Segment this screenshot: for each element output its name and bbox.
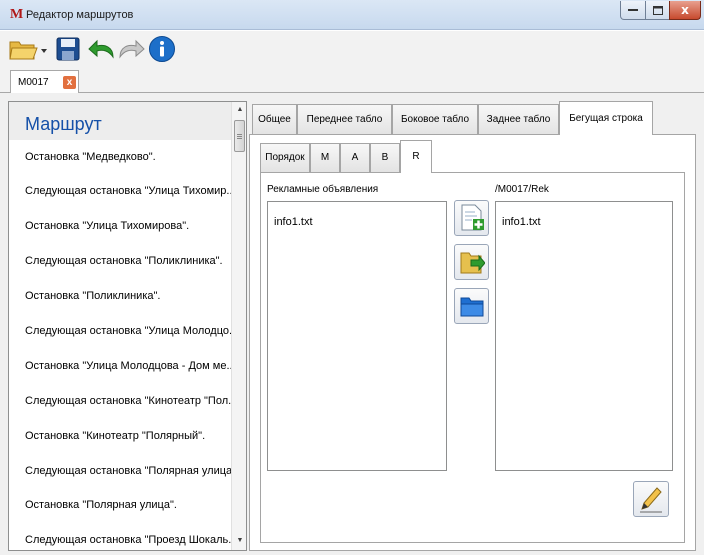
close-button[interactable]: x	[669, 1, 701, 20]
scroll-up-icon[interactable]: ▲	[232, 102, 246, 118]
title-bar: M Редактор маршрутов x	[0, 0, 704, 30]
redo-icon	[119, 39, 145, 59]
inner-tab-r[interactable]: R	[400, 140, 432, 173]
pencil-icon	[640, 487, 662, 513]
route-item[interactable]: Следующая остановка "Улица Молодцо...	[25, 325, 231, 337]
route-item[interactable]: Следующая остановка "Поликлиника".	[25, 255, 231, 267]
route-item[interactable]: Следующая остановка "Полярная улица".	[25, 465, 231, 477]
undo-button[interactable]	[87, 34, 117, 64]
inner-tab-a[interactable]: A	[340, 143, 370, 172]
document-tab-strip: M0017 x	[0, 68, 704, 94]
main-area: Маршрут Остановка "Медведково". Следующа…	[0, 93, 704, 555]
route-scrollbar[interactable]: ▲ ▼	[231, 102, 246, 550]
document-tab[interactable]: M0017 x	[10, 70, 79, 94]
window-title: Редактор маршрутов	[26, 9, 134, 21]
route-item[interactable]: Остановка "Медведково".	[25, 151, 231, 163]
folder-import-icon	[460, 252, 485, 274]
save-icon	[56, 37, 80, 61]
undo-icon	[88, 39, 114, 59]
minimize-button[interactable]	[620, 1, 646, 20]
open-folder-icon	[9, 41, 47, 60]
info-icon	[149, 36, 175, 62]
route-list-panel: Маршрут Остановка "Медведково". Следующа…	[8, 101, 247, 551]
open-button[interactable]	[6, 34, 50, 64]
running-line-page: Порядок M A B R Рекламные объявления inf…	[249, 134, 696, 551]
route-item[interactable]: Остановка "Кинотеатр "Полярный".	[25, 430, 231, 442]
edit-button[interactable]	[633, 481, 669, 517]
ads-list-label: Рекламные объявления	[267, 184, 379, 195]
route-item[interactable]: Остановка "Поликлиника".	[25, 290, 231, 302]
route-item[interactable]: Остановка "Улица Молодцова - Дом ме...	[25, 360, 231, 372]
redo-button[interactable]	[116, 34, 146, 64]
info-button[interactable]	[147, 34, 177, 64]
list-item[interactable]: info1.txt	[274, 216, 313, 228]
import-folder-button[interactable]	[454, 244, 489, 280]
tab-side-board[interactable]: Боковое табло	[392, 104, 478, 135]
tab-front-board[interactable]: Переднее табло	[297, 104, 392, 135]
route-item[interactable]: Следующая остановка "Улица Тихомир...	[25, 185, 231, 197]
tab-running-line[interactable]: Бегущая строка	[559, 101, 653, 135]
add-file-icon	[461, 204, 484, 231]
document-tab-label: M0017	[18, 77, 49, 88]
route-item[interactable]: Следующая остановка "Кинотеатр "Пол...	[25, 395, 231, 407]
route-item[interactable]: Остановка "Улица Тихомирова".	[25, 220, 231, 232]
add-file-button[interactable]	[454, 200, 489, 236]
tab-rear-board[interactable]: Заднее табло	[478, 104, 559, 135]
close-tab-icon[interactable]: x	[63, 76, 76, 89]
minimize-icon	[628, 9, 638, 11]
open-folder-button[interactable]	[454, 288, 489, 324]
scroll-thumb[interactable]	[234, 120, 245, 152]
inner-tab-b[interactable]: B	[370, 143, 400, 172]
route-item[interactable]: Следующая остановка "Проезд Шокаль...	[25, 534, 231, 546]
ads-page: Рекламные объявления info1.txt /M0017/Re…	[260, 172, 685, 543]
route-item[interactable]: Остановка "Полярная улица".	[25, 499, 231, 511]
rek-folder-label: /M0017/Rek	[495, 184, 549, 195]
inner-tab-order[interactable]: Порядок	[260, 143, 310, 172]
list-item[interactable]: info1.txt	[502, 216, 541, 228]
maximize-button[interactable]	[645, 1, 670, 20]
editor-panel: Общее Переднее табло Боковое табло Задне…	[249, 101, 696, 551]
blue-folder-icon	[460, 297, 483, 317]
tab-general[interactable]: Общее	[252, 104, 297, 135]
close-icon: x	[681, 3, 689, 17]
ads-list[interactable]: info1.txt	[267, 201, 447, 471]
scroll-down-icon[interactable]: ▼	[232, 533, 246, 549]
save-button[interactable]	[53, 34, 83, 64]
rek-folder-list[interactable]: info1.txt	[495, 201, 673, 471]
inner-tab-m[interactable]: M	[310, 143, 340, 172]
route-header-title: Маршрут	[25, 114, 102, 134]
maximize-icon	[652, 5, 663, 15]
route-header: Маршрут	[9, 102, 231, 140]
toolbar	[0, 31, 704, 68]
app-icon: M	[10, 7, 24, 22]
